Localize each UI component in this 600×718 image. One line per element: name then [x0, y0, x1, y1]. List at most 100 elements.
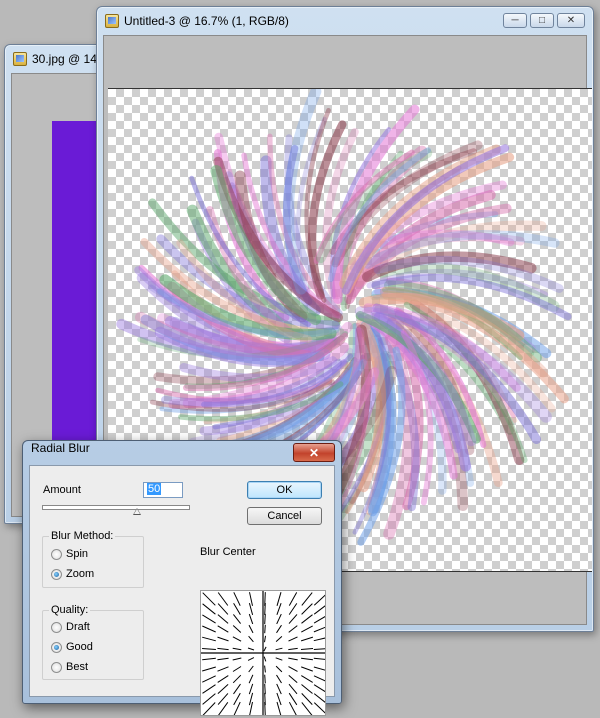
radio-label-zoom: Zoom [66, 568, 95, 580]
blur-center-line [301, 666, 313, 672]
blur-center-line [288, 625, 298, 633]
blur-center-line [288, 675, 298, 683]
close-button[interactable]: ✕ [557, 13, 585, 28]
blur-center-line [202, 636, 216, 642]
blur-center-line [232, 657, 242, 661]
blur-center-line [301, 603, 313, 615]
dialog-close-button[interactable]: ✕ [293, 443, 335, 462]
blur-center-lines [201, 591, 329, 717]
blur-center-line [202, 603, 216, 615]
blur-center-line [217, 603, 229, 615]
minimize-button[interactable]: ─ [503, 13, 527, 28]
blur-center-line [300, 648, 314, 650]
blur-center-line [313, 684, 329, 694]
blur-center-line [264, 674, 266, 684]
blur-center-line [217, 684, 229, 694]
blur-center-line [248, 613, 254, 625]
blur-center-line [288, 603, 298, 615]
blur-method-label: Blur Method: [49, 530, 116, 542]
blur-center-line [313, 648, 329, 650]
blur-center-line [202, 675, 216, 683]
blur-center-line [202, 657, 216, 661]
maximize-button[interactable]: □ [530, 13, 554, 28]
radio-indicator [51, 641, 62, 653]
radio-indicator [51, 661, 62, 673]
blur-center-line [276, 624, 282, 634]
blur-center-line [276, 674, 282, 684]
blur-center-line [264, 683, 266, 695]
radio-zoom[interactable]: Zoom [51, 568, 94, 580]
blur-center-line [248, 635, 254, 643]
blur-center-line [301, 614, 313, 624]
blur-center-line [264, 624, 266, 634]
radio-indicator [51, 568, 62, 580]
blur-center-line [288, 683, 298, 695]
blur-center-line [313, 614, 329, 624]
radio-label-draft: Draft [66, 621, 90, 633]
blur-center-line [233, 701, 241, 717]
blur-center-line [217, 693, 229, 705]
radio-good[interactable]: Good [51, 641, 93, 653]
amount-slider-thumb[interactable] [132, 508, 141, 515]
blur-center-line [313, 693, 329, 705]
window-controls: ─ □ ✕ [503, 13, 585, 28]
blur-center-line [313, 592, 329, 606]
dialog-title: Radial Blur [31, 441, 90, 455]
radio-best[interactable]: Best [51, 661, 88, 673]
radio-indicator [51, 548, 62, 560]
blur-center-line [202, 625, 216, 633]
blur-center-line [232, 625, 242, 633]
blur-center-line [217, 625, 229, 633]
blur-center-line [263, 656, 267, 662]
blur-method-group: Blur Method: Spin Zoom [42, 530, 144, 588]
blur-center-line [217, 675, 229, 683]
blur-center-line [301, 625, 313, 633]
blur-center-line [301, 702, 313, 716]
blur-center-line [264, 635, 266, 643]
blur-center-line [247, 647, 255, 651]
blur-center-line [264, 701, 266, 717]
radio-draft[interactable]: Draft [51, 621, 90, 633]
blur-center-line [313, 625, 329, 633]
radio-spin[interactable]: Spin [51, 548, 88, 560]
blur-center-line [313, 666, 329, 672]
blur-center-line [233, 614, 241, 624]
blur-center-line [202, 666, 216, 672]
blur-center-line [233, 592, 241, 606]
amount-slider-track[interactable] [42, 505, 190, 510]
quality-label: Quality: [49, 604, 91, 616]
blur-center-line [276, 613, 282, 625]
radio-label-spin: Spin [66, 548, 89, 560]
close-icon: ✕ [566, 14, 576, 26]
amount-label: Amount [43, 484, 81, 496]
quality-group: Quality: Draft Good Best [42, 604, 144, 680]
blur-center-line [247, 657, 255, 661]
amount-value: 50 [147, 483, 162, 495]
blur-center-line [301, 693, 313, 705]
ok-button[interactable]: OK [247, 481, 322, 499]
amount-input[interactable]: 50 [143, 482, 183, 498]
blur-center-line [232, 666, 242, 672]
blur-center-line [264, 602, 266, 616]
blur-center-line [264, 665, 266, 673]
blur-center-line [232, 674, 242, 684]
blur-center-line [217, 614, 229, 624]
front-window-title: Untitled-3 @ 16.7% (1, RGB/8) [124, 14, 289, 28]
blur-center-line [202, 614, 216, 624]
minimize-icon: ─ [511, 14, 519, 26]
blur-center-line [301, 592, 313, 606]
blur-center-line [248, 674, 254, 684]
blur-center-line [217, 636, 229, 642]
blur-center-preview[interactable] [200, 590, 329, 717]
blur-center-line [217, 592, 229, 606]
blur-center-line [288, 614, 298, 624]
blur-center-line [217, 702, 229, 716]
close-icon: ✕ [308, 445, 320, 460]
cancel-button[interactable]: Cancel [247, 507, 322, 525]
blur-center-line [217, 647, 229, 651]
blur-center-line [288, 657, 298, 661]
blur-center-line [288, 666, 298, 672]
blur-center-label: Blur Center [200, 546, 256, 558]
blur-center-line [248, 665, 254, 673]
blur-center-line [217, 657, 229, 661]
